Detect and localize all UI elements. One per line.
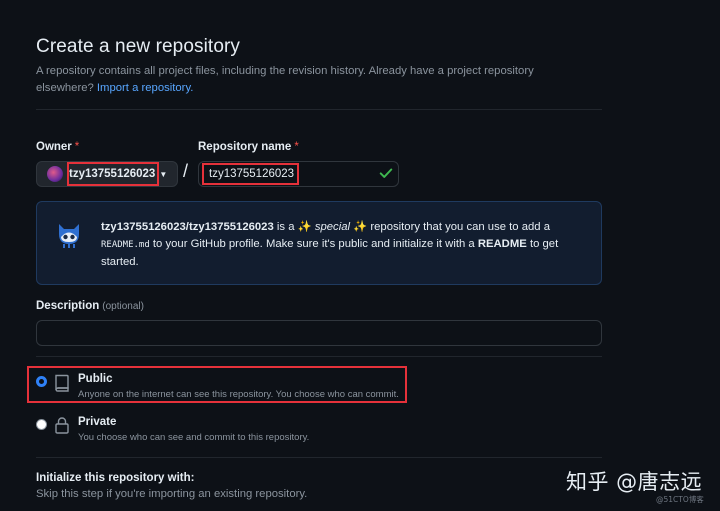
divider [36, 356, 602, 357]
private-title: Private [78, 416, 117, 428]
initialize-description: Skip this step if you're importing an ex… [36, 488, 308, 500]
public-description: Anyone on the internet can see this repo… [78, 389, 399, 400]
special-word: special [314, 221, 351, 233]
public-radio[interactable] [36, 376, 47, 387]
repo-path: tzy13755126023/tzy13755126023 [101, 221, 274, 233]
import-repository-link[interactable]: Import a repository. [97, 82, 193, 94]
description-label-text: Description [36, 300, 100, 312]
private-description: You choose who can see and commit to thi… [78, 432, 310, 443]
notice-text: tzy13755126023/tzy13755126023 is a ✨ spe… [101, 219, 581, 271]
notice-is-a: is a [276, 221, 295, 233]
description-input[interactable] [36, 320, 602, 346]
caret-down-icon: ▼ [159, 169, 168, 179]
path-separator: / [183, 161, 189, 181]
repository-name-input[interactable] [198, 161, 399, 187]
readme-bold: README [477, 238, 527, 250]
public-title: Public [78, 373, 113, 385]
repository-name-label-text: Repository name [198, 141, 292, 153]
lock-icon [55, 417, 69, 434]
notice-part1: repository that you can use to add a [370, 221, 550, 233]
sparkle-icon: ✨ [297, 221, 312, 233]
divider [36, 457, 602, 458]
notice-part2: to your GitHub profile. Make sure it's p… [152, 238, 475, 250]
page-title: Create a new repository [36, 36, 241, 57]
page-subtitle: A repository contains all project files,… [36, 63, 576, 96]
octocat-icon [59, 224, 79, 248]
optional-hint: (optional) [102, 301, 144, 312]
zhihu-watermark: 知乎 @唐志远 [566, 470, 703, 494]
avatar [47, 166, 63, 182]
owner-label: Owner * [36, 141, 79, 153]
divider [36, 109, 602, 110]
required-mark: * [74, 141, 80, 153]
sparkle-icon: ✨ [353, 221, 368, 233]
owner-label-text: Owner [36, 141, 72, 153]
owner-dropdown[interactable]: tzy13755126023 ▼ [36, 161, 178, 187]
check-icon [379, 168, 393, 178]
required-mark: * [294, 141, 299, 153]
owner-name: tzy13755126023 [69, 168, 156, 180]
private-radio[interactable] [36, 419, 47, 430]
repo-icon [55, 374, 69, 392]
readme-filename: README.md [101, 240, 150, 250]
description-label: Description (optional) [36, 300, 144, 312]
51cto-watermark: @51CTO博客 [656, 495, 704, 504]
repository-name-label: Repository name * [198, 141, 299, 153]
initialize-title: Initialize this repository with: [36, 472, 195, 484]
